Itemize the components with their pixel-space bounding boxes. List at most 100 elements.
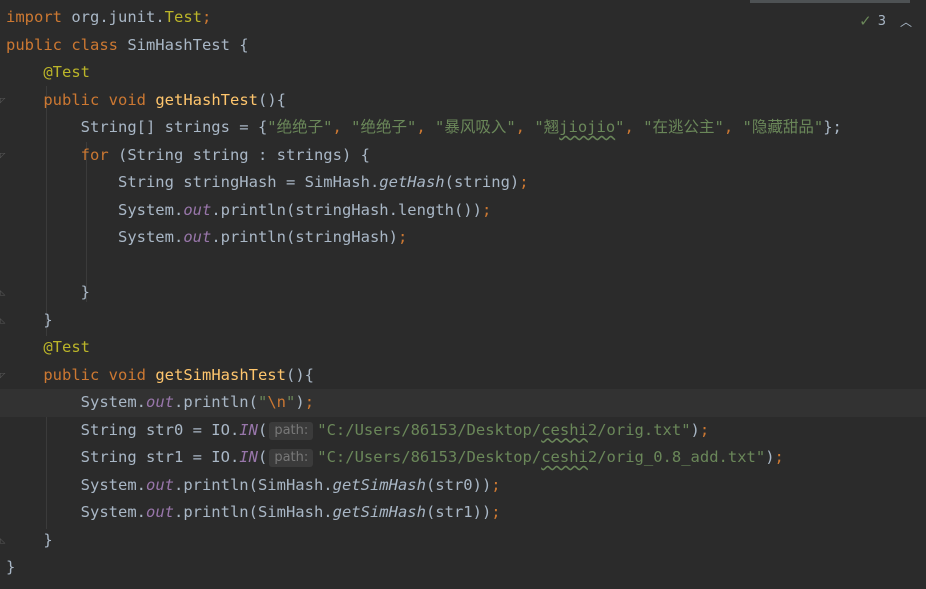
fold-marker-icon[interactable]: ◺	[0, 536, 8, 546]
code-line-4[interactable]: ◸ public void getHashTest(){	[0, 87, 926, 115]
string-literal: "暴风吸入"	[434, 118, 516, 136]
annotation-class: Test	[164, 8, 202, 26]
code-text: String str1 = IO.	[80, 448, 240, 466]
string-literal: "绝绝子"	[267, 118, 333, 136]
code-line-13[interactable]: @Test	[6, 334, 926, 362]
code-line-16[interactable]: String str0 = IO.IN(path: "C:/Users/86153…	[6, 417, 926, 445]
string-literal: "绝绝子"	[351, 118, 417, 136]
code-text: )	[690, 420, 700, 439]
code-line-5[interactable]: String[] strings = {"绝绝子", "绝绝子", "暴风吸入"…	[6, 114, 926, 142]
string-literal: 2/orig.txt"	[587, 420, 691, 439]
code-text: System.	[80, 475, 146, 494]
code-line-15-current[interactable]: System.out.println("\n");	[0, 389, 926, 417]
static-method: getSimHash	[332, 475, 426, 494]
code-text: .println(	[173, 393, 258, 411]
static-field: out	[183, 228, 212, 246]
static-field: out	[183, 200, 212, 219]
semicolon: ;	[519, 173, 529, 191]
code-text: (){	[257, 90, 286, 109]
code-text: (){	[285, 365, 314, 384]
code-line-10[interactable]	[6, 252, 926, 280]
code-text: (str1))	[425, 503, 492, 521]
semicolon: ;	[397, 228, 408, 246]
code-line-17[interactable]: String str1 = IO.IN(path: "C:/Users/86153…	[6, 444, 926, 472]
code-text: .println(stringHash.length())	[211, 200, 482, 219]
code-text: .println(SimHash.	[173, 475, 333, 494]
static-method: getHash	[379, 173, 445, 191]
keyword: public class	[6, 35, 118, 54]
code-line-11[interactable]: ◺ }	[0, 279, 926, 307]
semicolon: ;	[481, 200, 492, 219]
string-literal: "在逃公主"	[643, 118, 724, 136]
semicolon: ;	[699, 420, 710, 439]
code-text: )	[295, 393, 305, 411]
code-text: (	[257, 448, 268, 466]
comma: ,	[332, 118, 352, 136]
code-text: org.junit.	[62, 8, 165, 26]
comma: ,	[723, 118, 743, 136]
code-text: String stringHash = SimHash.	[117, 173, 380, 191]
semicolon: ;	[201, 8, 212, 26]
parameter-hint: path:	[269, 421, 314, 440]
code-line-1[interactable]: import org.junit.Test;	[6, 4, 926, 32]
annotation: @Test	[43, 63, 90, 81]
static-field: out	[145, 475, 174, 494]
fold-marker-icon[interactable]: ◸	[0, 96, 8, 106]
code-text: (string)	[444, 173, 520, 191]
code-text: String str0 = IO.	[80, 420, 240, 439]
comma: ,	[515, 118, 535, 136]
code-line-14[interactable]: ◸ public void getSimHashTest(){	[0, 362, 926, 390]
closing-brace: }	[80, 283, 90, 301]
code-line-9[interactable]: System.out.println(stringHash);	[6, 224, 926, 252]
code-editor[interactable]: import org.junit.Test; public class SimH…	[0, 4, 926, 582]
keyword: public void	[43, 90, 146, 109]
fold-marker-icon[interactable]: ◸	[0, 151, 8, 161]
code-text: .println(stringHash)	[211, 228, 398, 246]
closing-brace: }	[6, 558, 16, 576]
keyword: public void	[43, 365, 146, 384]
typo-string-literal: ceshi	[541, 448, 588, 466]
horizontal-scrollbar-thumb[interactable]	[750, 0, 910, 3]
code-text: System.	[80, 503, 146, 521]
code-text: (String string : strings) {	[108, 145, 370, 164]
semicolon: ;	[304, 393, 315, 411]
code-line-3[interactable]: @Test	[6, 59, 926, 87]
parameter-hint: path:	[269, 449, 314, 467]
static-field: out	[145, 503, 174, 521]
code-line-6[interactable]: ◸ for (String string : strings) {	[0, 142, 926, 170]
annotation: @Test	[43, 338, 90, 356]
code-text: System.	[117, 200, 184, 219]
string-literal: "C:/Users/86153/Desktop/	[317, 448, 542, 466]
closing-brace: }	[43, 310, 53, 329]
comma: ,	[624, 118, 644, 136]
keyword: import	[6, 8, 62, 26]
code-line-12[interactable]: ◺ }	[0, 307, 926, 335]
fold-marker-icon[interactable]: ◺	[0, 316, 8, 326]
code-line-18[interactable]: System.out.println(SimHash.getSimHash(st…	[6, 472, 926, 500]
keyword: for	[80, 145, 109, 164]
semicolon: ;	[774, 448, 784, 466]
comma: ,	[416, 118, 435, 136]
fold-marker-icon[interactable]: ◸	[0, 371, 8, 381]
typo-string-literal: jiojio	[559, 118, 616, 136]
static-field: out	[145, 393, 174, 411]
code-text: String[] strings = {	[80, 118, 268, 136]
code-line-2[interactable]: public class SimHashTest {	[6, 32, 926, 60]
code-line-7[interactable]: String stringHash = SimHash.getHash(stri…	[6, 169, 926, 197]
method-name: getSimHashTest	[155, 365, 286, 384]
static-method: getSimHash	[332, 503, 426, 521]
code-text: };	[823, 118, 842, 136]
semicolon: ;	[491, 475, 501, 494]
code-text: .println(SimHash.	[173, 503, 333, 521]
string-literal: 2/orig_0.8_add.txt"	[587, 448, 766, 466]
code-line-19[interactable]: System.out.println(SimHash.getSimHash(st…	[6, 499, 926, 527]
string-literal: "	[615, 118, 625, 136]
fold-marker-icon[interactable]: ◺	[0, 288, 8, 298]
code-line-20[interactable]: ◺ }	[0, 527, 926, 555]
code-line-8[interactable]: System.out.println(stringHash.length());	[6, 197, 926, 225]
string-quote: "	[257, 393, 268, 411]
code-text: )	[765, 448, 775, 466]
method-name: getHashTest	[155, 90, 258, 109]
closing-brace: }	[43, 530, 53, 549]
code-line-21[interactable]: }	[6, 554, 926, 582]
